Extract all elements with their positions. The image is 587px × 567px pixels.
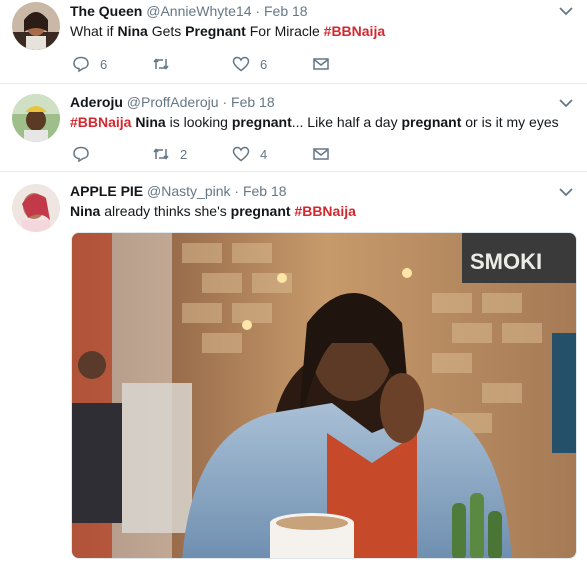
like-button[interactable]: 6 [232, 54, 267, 74]
reply-icon [73, 146, 89, 163]
text-segment: Gets [147, 23, 186, 39]
user-handle[interactable]: @Nasty_pink [147, 183, 230, 199]
direct-message-button[interactable] [312, 54, 330, 74]
text-segment-bold: Pregnant [185, 23, 246, 39]
tweet-date[interactable]: Feb 18 [243, 183, 287, 199]
hashtag-link[interactable]: #BBNaija [294, 203, 355, 219]
text-segment-bold: pregnant [230, 203, 291, 219]
chevron-down-icon[interactable] [559, 187, 573, 197]
text-segment-bold: Nina [117, 23, 148, 39]
tweet-1[interactable]: The Queen @AnnieWhyte14 · Feb 18 What if… [0, 0, 587, 84]
reply-icon [73, 56, 89, 73]
reply-button[interactable]: 6 [72, 54, 107, 74]
direct-message-button[interactable] [312, 144, 330, 164]
text-segment-bold: Nina [135, 114, 166, 130]
tweet-header: The Queen @AnnieWhyte14 · Feb 18 [70, 3, 308, 19]
text-segment-bold: pregnant [231, 114, 292, 130]
retweet-count: 2 [180, 146, 188, 162]
like-count: 6 [260, 56, 268, 72]
text-segment: For Miracle [245, 23, 324, 39]
separator-dot: · [255, 3, 261, 19]
hashtag-link[interactable]: #BBNaija [70, 114, 131, 130]
text-segment: What if [70, 23, 118, 39]
tweet-3[interactable]: APPLE PIE @Nasty_pink · Feb 18 Nina alre… [0, 172, 587, 567]
separator-dot: · [222, 94, 228, 110]
reply-count: 6 [100, 56, 108, 72]
avatar[interactable] [12, 2, 60, 50]
text-segment-bold: Nina [70, 203, 101, 219]
display-name[interactable]: The Queen [70, 3, 142, 19]
text-segment-bold: pregnant [401, 114, 462, 130]
hashtag-link[interactable]: #BBNaija [324, 23, 385, 39]
tweet-2[interactable]: Aderoju @ProffAderoju · Feb 18 #BBNaija … [0, 84, 587, 172]
retweet-icon [153, 58, 169, 70]
tweet-text: #BBNaija Nina is looking pregnant... Lik… [70, 113, 559, 131]
tweet-header: Aderoju @ProffAderoju · Feb 18 [70, 94, 275, 110]
display-name[interactable]: APPLE PIE [70, 183, 143, 199]
heart-icon [232, 146, 250, 162]
envelope-icon [313, 148, 329, 160]
retweet-button[interactable]: 2 [152, 144, 187, 164]
text-segment: already thinks she's [100, 203, 231, 219]
retweet-button[interactable] [152, 54, 180, 74]
tweet-photo[interactable]: SMOKI [71, 232, 577, 559]
chevron-down-icon[interactable] [559, 6, 573, 16]
retweet-icon [153, 148, 169, 160]
reply-button[interactable] [72, 144, 100, 164]
tweet-text: Nina already thinks she's pregnant #BBNa… [70, 202, 356, 220]
text-segment: is looking [165, 114, 232, 130]
text-segment: or is it my eyes [461, 114, 559, 130]
tweet-actions: 6 6 [72, 54, 372, 74]
envelope-icon [313, 58, 329, 70]
display-name[interactable]: Aderoju [70, 94, 123, 110]
like-count: 4 [260, 146, 268, 162]
tweet-actions: 2 4 [72, 144, 372, 164]
tweet-header: APPLE PIE @Nasty_pink · Feb 18 [70, 183, 287, 199]
tweet-date[interactable]: Feb 18 [231, 94, 275, 110]
separator-dot: · [234, 183, 240, 199]
tweet-text: What if Nina Gets Pregnant For Miracle #… [70, 22, 385, 40]
like-button[interactable]: 4 [232, 144, 267, 164]
heart-icon [232, 56, 250, 72]
user-handle[interactable]: @ProffAderoju [127, 94, 219, 110]
user-handle[interactable]: @AnnieWhyte14 [146, 3, 251, 19]
sign-text: SMOKI [470, 249, 542, 274]
chevron-down-icon[interactable] [559, 98, 573, 108]
avatar[interactable] [12, 94, 60, 142]
text-segment: ... Like half a day [291, 114, 402, 130]
tweet-date[interactable]: Feb 18 [264, 3, 308, 19]
cafe-photo: SMOKI [72, 233, 576, 558]
avatar[interactable] [12, 184, 60, 232]
